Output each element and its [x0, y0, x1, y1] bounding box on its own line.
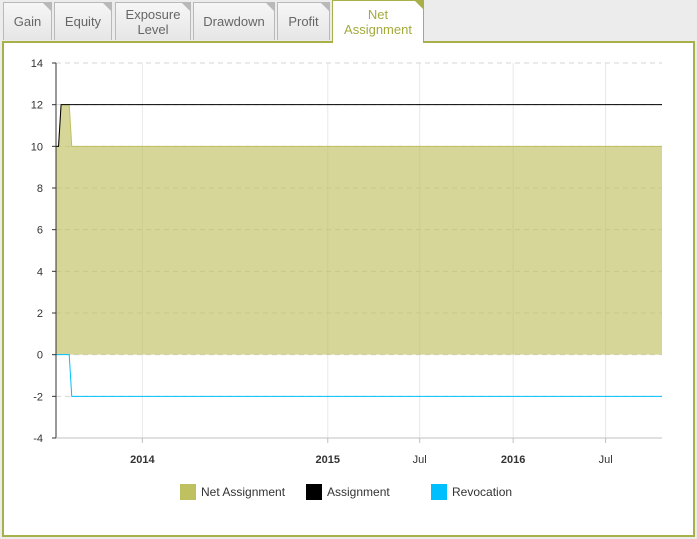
- x-tick-label: 2016: [501, 454, 525, 466]
- y-tick-label: 10: [31, 141, 43, 153]
- y-tick-label: 14: [31, 58, 43, 70]
- legend-item-assignment[interactable]: Assignment: [306, 484, 390, 500]
- y-tick-label: -4: [33, 433, 43, 445]
- y-tick-label: 2: [37, 308, 43, 320]
- x-tick-label: Jul: [413, 454, 427, 466]
- legend-item-revocation[interactable]: Revocation: [431, 484, 512, 500]
- legend-label-net-assignment: Net Assignment: [201, 485, 286, 499]
- y-tick-label: 8: [37, 183, 43, 195]
- x-tick-label: 2015: [316, 454, 340, 466]
- x-tick-label: 2014: [130, 454, 155, 466]
- y-tick-label: 12: [31, 100, 43, 112]
- y-tick-label: 6: [37, 225, 43, 237]
- net-assignment-chart: 14 12 10 8 6 4 2 0 -2 -4 2014 2015 Jul 2016 Jul: [31, 58, 662, 466]
- legend-swatch-revocation: [431, 484, 447, 500]
- y-tick-label: -2: [33, 391, 43, 403]
- legend-swatch-assignment: [306, 484, 322, 500]
- x-tick-label: Jul: [599, 454, 613, 466]
- legend-label-assignment: Assignment: [327, 485, 390, 499]
- legend-label-revocation: Revocation: [452, 485, 513, 499]
- y-tick-label: 4: [37, 266, 43, 278]
- legend-item-net-assignment[interactable]: Net Assignment: [180, 484, 285, 500]
- legend-swatch-net-assignment: [180, 484, 196, 500]
- y-tick-label: 0: [37, 350, 43, 362]
